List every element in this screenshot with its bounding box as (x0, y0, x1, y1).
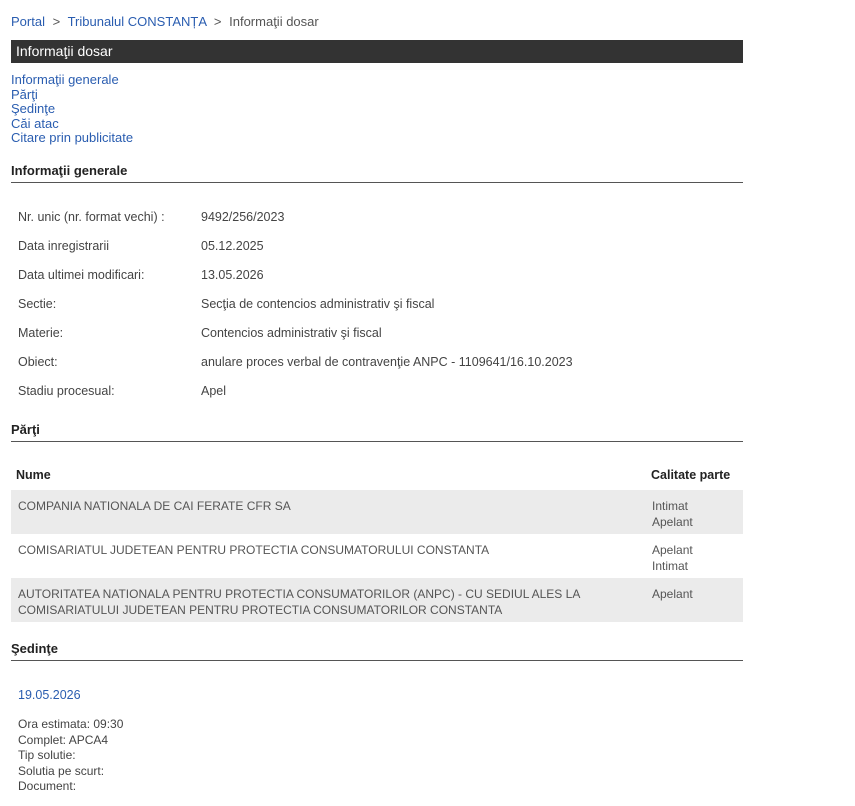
party-role: Intimat Apelant (652, 499, 693, 530)
breadcrumb: Portal > Tribunalul CONSTANȚA > Informaţ… (11, 14, 319, 29)
breadcrumb-separator: > (213, 14, 222, 29)
section-anchor-list: Informaţii generale Părţi Şedinţe Căi at… (11, 72, 133, 146)
hearing-date: 19.05.2026 (18, 688, 81, 702)
info-value: 05.12.2025 (201, 239, 264, 253)
table-row: COMISARIATUL JUDETEAN PENTRU PROTECTIA C… (11, 534, 743, 578)
section-heading-parti: Părţi (11, 422, 743, 442)
party-role-line: Apelant (652, 514, 693, 529)
anchor-link-cai-atac[interactable]: Căi atac (11, 116, 133, 132)
anchor-link-citare-publicitate[interactable]: Citare prin publicitate (11, 130, 133, 146)
page-title: Informaţii dosar (16, 43, 113, 59)
section-heading-informatii-generale: Informaţii generale (11, 163, 743, 183)
party-role-line: Intimat (652, 499, 689, 513)
party-name-line: COMISARIATULUI JUDETEAN PENTRU PROTECTIA… (18, 602, 503, 617)
table-row: COMPANIA NATIONALA DE CAI FERATE CFR SA … (11, 490, 743, 534)
column-header-calitate: Calitate parte (651, 468, 731, 482)
parti-table-header: Nume Calitate parte (11, 460, 743, 488)
hearing-detail-line: Solutia pe scurt: (18, 763, 105, 778)
info-value: 13.05.2026 (201, 268, 264, 282)
party-role-line: Intimat (652, 558, 689, 573)
hearing-detail-line: Tip solutie: (18, 748, 76, 762)
party-role-line: Apelant (652, 587, 693, 601)
breadcrumb-current: Informaţii dosar (229, 14, 319, 29)
breadcrumb-separator: > (52, 14, 61, 29)
info-value: 9492/256/2023 (201, 210, 285, 224)
title-bar: Informaţii dosar (11, 40, 743, 63)
hearing-details: Ora estimata: 09:30 Complet: APCA4 Tip s… (18, 717, 123, 795)
party-name: COMISARIATUL JUDETEAN PENTRU PROTECTIA C… (18, 543, 618, 559)
anchor-link-informatii-generale[interactable]: Informaţii generale (11, 72, 133, 88)
section-heading-sedinte: Şedinţe (11, 641, 743, 661)
hearing-detail-line: Document: (18, 779, 77, 793)
info-label: Obiect: (18, 355, 58, 369)
info-label: Stadiu procesual: (18, 384, 115, 398)
info-label: Sectie: (18, 297, 57, 311)
info-value: Contencios administrativ şi fiscal (201, 326, 382, 340)
info-label: Data inregistrarii (18, 239, 110, 253)
info-value: anulare proces verbal de contravenţie AN… (201, 355, 573, 369)
hearing-detail-line: Complet: APCA4 (18, 732, 109, 747)
info-label: Nr. unic (nr. format vechi) : (18, 210, 165, 224)
info-value: Apel (201, 384, 227, 398)
party-name: AUTORITATEA NATIONALA PENTRU PROTECTIA C… (18, 587, 618, 618)
party-role: Apelant Intimat (652, 543, 693, 574)
info-label: Data ultimei modificari: (18, 268, 145, 282)
party-role: Apelant (652, 587, 693, 603)
party-name-line: COMPANIA NATIONALA DE CAI FERATE CFR SA (18, 499, 291, 513)
info-label: Materie: (18, 326, 64, 340)
party-name-line: COMISARIATUL JUDETEAN PENTRU PROTECTIA C… (18, 543, 490, 557)
anchor-link-sedinte[interactable]: Şedinţe (11, 101, 133, 117)
party-name-line: AUTORITATEA NATIONALA PENTRU PROTECTIA C… (18, 587, 581, 601)
column-header-nume: Nume (16, 468, 51, 482)
breadcrumb-link-tribunal[interactable]: Tribunalul CONSTANȚA (68, 14, 207, 29)
anchor-link-parti[interactable]: Părţi (11, 87, 133, 103)
info-value: Secţia de contencios administrativ şi fi… (201, 297, 435, 311)
party-name: COMPANIA NATIONALA DE CAI FERATE CFR SA (18, 499, 618, 515)
breadcrumb-link-portal[interactable]: Portal (11, 14, 45, 29)
hearing-detail-line: Ora estimata: 09:30 (18, 717, 124, 731)
party-role-line: Apelant (652, 543, 693, 557)
table-row: AUTORITATEA NATIONALA PENTRU PROTECTIA C… (11, 578, 743, 622)
